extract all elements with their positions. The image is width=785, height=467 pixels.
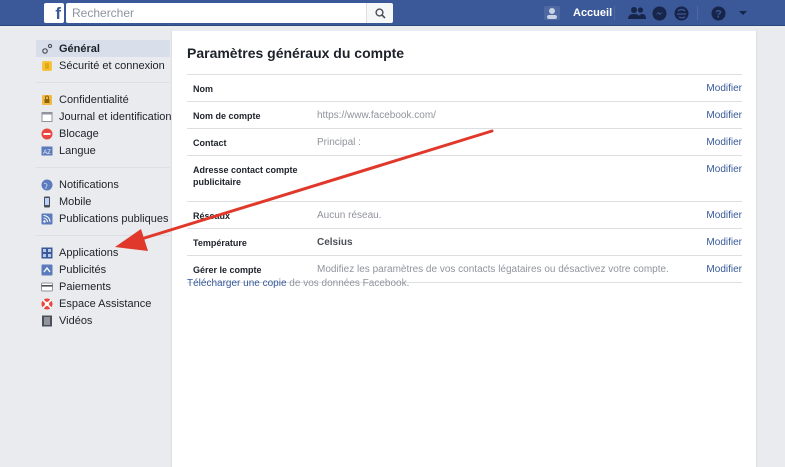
sidebar-group: Notifications Mobile Publications publique… — [36, 176, 170, 236]
sidebar-group: Applications Publicités Paiements Espace As… — [36, 244, 170, 337]
sidebar-item-lock[interactable]: Confidentialité — [36, 91, 170, 108]
download-copy-link[interactable]: Télécharger une copie — [187, 278, 287, 289]
help-icon[interactable]: ? — [711, 5, 726, 21]
edit-link[interactable]: Modifier — [692, 264, 742, 276]
sidebar-item-mobile[interactable]: Mobile — [36, 193, 170, 210]
settings-row[interactable]: Adresse contact compte publicitaire Modif… — [187, 156, 742, 202]
shield-icon — [41, 60, 53, 72]
lifebuoy-icon — [41, 298, 53, 310]
setting-label: Contact — [193, 138, 227, 148]
setting-value: Celsius — [317, 237, 353, 248]
edit-link[interactable]: Modifier — [692, 137, 742, 149]
gear-icon — [41, 43, 53, 55]
sidebar-item-label: Publications publiques — [59, 212, 169, 225]
settings-row[interactable]: Nom Modifier — [187, 75, 742, 102]
film-icon — [41, 315, 53, 327]
divider — [614, 6, 615, 20]
sidebar-item-label: Applications — [59, 246, 119, 259]
edit-link[interactable]: Modifier — [692, 83, 742, 95]
settings-row[interactable]: Température Celsius Modifier — [187, 229, 742, 256]
timeline-icon — [41, 111, 53, 123]
sidebar-item-apps[interactable]: Applications — [36, 244, 170, 261]
search-icon — [374, 7, 386, 19]
card-icon — [41, 281, 53, 293]
setting-value: Aucun réseau. — [317, 210, 382, 221]
setting-value: https://www.facebook.com/ — [317, 110, 436, 121]
language-icon: AZ — [41, 145, 53, 157]
ads-icon — [41, 264, 53, 276]
edit-link[interactable]: Modifier — [692, 237, 742, 249]
setting-label: Réseaux — [193, 211, 231, 221]
edit-link[interactable]: Modifier — [692, 164, 742, 176]
settings-panel: Paramètres généraux du compte Nom Modifie… — [171, 31, 757, 467]
sidebar-item-label: Blocage — [59, 127, 99, 140]
sidebar-item-gear[interactable]: Général — [36, 40, 170, 57]
page-title: Paramètres généraux du compte — [187, 45, 405, 61]
sidebar-item-ads[interactable]: Publicités — [36, 261, 170, 278]
notifications-globe-icon[interactable] — [674, 5, 689, 21]
sidebar-item-label: Publicités — [59, 263, 107, 276]
settings-sidebar: Général Sécurité et connexion Confidential… — [36, 40, 172, 345]
sidebar-item-label: Confidentialité — [59, 93, 129, 106]
download-suffix: de vos données Facebook. — [286, 278, 410, 289]
lock-icon — [41, 94, 53, 106]
sidebar-item-label: Paiements — [59, 280, 111, 293]
settings-row[interactable]: Contact Principal : Modifier — [187, 129, 742, 156]
sidebar-item-timeline[interactable]: Journal et identification — [36, 108, 172, 125]
home-link[interactable]: Accueil — [573, 7, 612, 19]
sidebar-item-label: Mobile — [59, 195, 92, 208]
globe-icon — [41, 179, 53, 191]
sidebar-item-block[interactable]: Blocage — [36, 125, 170, 142]
edit-link[interactable]: Modifier — [692, 210, 742, 222]
sidebar-item-label: Sécurité et connexion — [59, 59, 165, 72]
sidebar-item-globe[interactable]: Notifications — [36, 176, 170, 193]
rss-icon — [41, 213, 53, 225]
sidebar-item-label: Espace Assistance — [59, 297, 152, 310]
sidebar-item-film[interactable]: Vidéos — [36, 312, 170, 329]
setting-value: Principal : — [317, 137, 361, 148]
sidebar-group: Général Sécurité et connexion — [36, 40, 170, 83]
setting-label: Nom de compte — [193, 111, 261, 121]
messenger-icon[interactable] — [652, 5, 667, 21]
search-input[interactable] — [66, 3, 366, 23]
chevron-down-icon[interactable] — [738, 5, 748, 21]
sidebar-item-label: Vidéos — [59, 314, 93, 327]
svg-text:AZ: AZ — [43, 150, 51, 156]
friend-requests-icon[interactable] — [628, 5, 646, 21]
mobile-icon — [41, 196, 53, 208]
settings-row[interactable]: Nom de compte https://www.facebook.com/Mo… — [187, 102, 742, 129]
setting-label: Adresse contact compte publicitaire — [193, 165, 298, 187]
settings-table: Nom Modifier Nom de compte https://www.face… — [187, 74, 742, 283]
sidebar-item-shield[interactable]: Sécurité et connexion — [36, 57, 170, 74]
profile-avatar-icon[interactable] — [543, 5, 561, 21]
sidebar-item-language[interactable]: AZ Langue — [36, 142, 170, 159]
divider — [697, 6, 698, 20]
sidebar-item-card[interactable]: Paiements — [36, 278, 170, 295]
download-data-text: Télécharger une copie de vos données Fac… — [187, 278, 409, 289]
sidebar-group: Confidentialité Journal et identification… — [36, 91, 172, 168]
top-bar: f Accueil ? — [0, 0, 785, 26]
block-icon — [41, 128, 53, 140]
sidebar-item-label: Notifications — [59, 178, 119, 191]
setting-value: Modifiez les paramètres de vos contacts … — [317, 264, 669, 275]
edit-link[interactable]: Modifier — [692, 110, 742, 122]
setting-label: Nom — [193, 84, 213, 94]
apps-icon — [41, 247, 53, 259]
settings-row[interactable]: Réseaux Aucun réseau. Modifier — [187, 202, 742, 229]
setting-label: Température — [193, 238, 247, 248]
sidebar-item-lifebuoy[interactable]: Espace Assistance — [36, 295, 170, 312]
sidebar-item-label: Journal et identification — [59, 110, 172, 123]
setting-label: Gérer le compte — [193, 265, 262, 275]
sidebar-item-rss[interactable]: Publications publiques — [36, 210, 170, 227]
svg-text:?: ? — [715, 8, 722, 20]
sidebar-item-label: Général — [59, 42, 100, 55]
sidebar-item-label: Langue — [59, 144, 96, 157]
facebook-logo[interactable]: f — [44, 3, 64, 23]
search-button[interactable] — [366, 3, 393, 23]
